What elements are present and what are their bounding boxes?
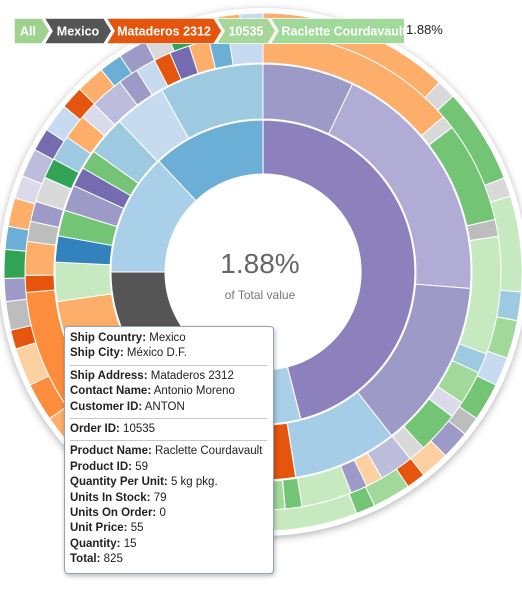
tooltip-divider bbox=[70, 418, 267, 420]
breadcrumb-value: 1.88% bbox=[406, 22, 443, 37]
tooltip-divider bbox=[70, 440, 267, 442]
center-percent-label: of Total value bbox=[224, 288, 296, 302]
breadcrumb-item[interactable]: Mataderos 2312 bbox=[105, 18, 223, 44]
tooltip-divider bbox=[70, 364, 267, 366]
tooltip-units-in-stock: Units In Stock: 79 bbox=[70, 491, 167, 504]
breadcrumb-label: Mexico bbox=[57, 25, 100, 39]
breadcrumb-label: 10535 bbox=[229, 25, 264, 39]
tooltip-order-id: Order ID: 10535 bbox=[70, 423, 156, 436]
tooltip-quantity: Quantity: 15 bbox=[70, 537, 137, 550]
tooltip-contact-name: Contact Name: Antonio Moreno bbox=[70, 385, 235, 398]
tooltip-units-on-order: Units On Order: 0 bbox=[70, 507, 166, 520]
tooltip-unit-price: Unit Price: 55 bbox=[70, 522, 144, 535]
tooltip-ship-country: Ship Country: Mexico bbox=[70, 332, 186, 344]
tooltip-customer-id: Customer ID: ANTON bbox=[70, 400, 185, 413]
breadcrumb-item[interactable]: Mexico bbox=[43, 18, 113, 44]
tooltip-total: Total: 825 bbox=[70, 553, 123, 566]
tooltip-ship-city: Ship City: México D.F. bbox=[70, 347, 187, 360]
tooltip-quantity-per-unit: Quantity Per Unit: 5 kg pkg. bbox=[70, 476, 218, 489]
sunburst-segment[interactable] bbox=[5, 298, 32, 331]
breadcrumb-label: Raclette Courdavault bbox=[281, 25, 404, 39]
tooltip: Ship Country: Mexico Ship City: México D… bbox=[64, 326, 274, 574]
sunburst-segment[interactable] bbox=[24, 240, 57, 276]
breadcrumb: All Mexico Mataderos 2312 10535 Raclette Cou… bbox=[14, 18, 404, 44]
sunburst-segment[interactable] bbox=[4, 225, 30, 252]
sunburst-segment[interactable] bbox=[3, 248, 27, 279]
sunburst-segment[interactable] bbox=[3, 277, 28, 303]
tooltip-product-id: Product ID: 59 bbox=[70, 460, 148, 473]
tooltip-product-name: Product Name: Raclette Courdavault bbox=[70, 445, 263, 458]
breadcrumb-trail: All Mexico Mataderos 2312 10535 Raclette Cou… bbox=[14, 18, 404, 44]
center-percent-value: 1.88% bbox=[220, 248, 300, 279]
breadcrumb-label: Mataderos 2312 bbox=[117, 25, 211, 39]
breadcrumb-item[interactable]: 10535 bbox=[215, 18, 277, 44]
sunburst-segment[interactable] bbox=[496, 289, 522, 322]
tooltip-ship-address: Ship Address: Mataderos 2312 bbox=[70, 369, 234, 382]
sunburst-segment[interactable] bbox=[24, 274, 56, 294]
breadcrumb-item[interactable]: Raclette Courdavault bbox=[269, 18, 404, 44]
breadcrumb-item[interactable]: All bbox=[14, 18, 51, 44]
breadcrumb-label: All bbox=[20, 25, 36, 39]
